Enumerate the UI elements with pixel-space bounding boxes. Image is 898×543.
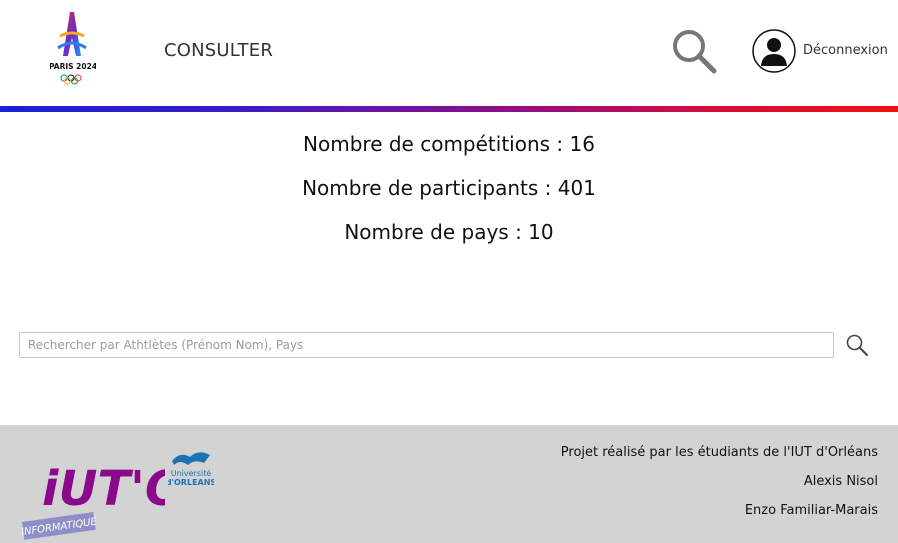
stat-competitions: Nombre de compétitions : 16	[303, 132, 595, 156]
stat-participants: Nombre de participants : 401	[302, 176, 596, 200]
search-input[interactable]	[19, 332, 834, 358]
univ-logo-line1: Université	[171, 468, 212, 478]
paris-logo-text: PARIS 2024	[50, 62, 96, 71]
paris-2024-logo[interactable]: PARIS 2024	[50, 8, 96, 88]
search-submit-icon[interactable]	[845, 333, 869, 357]
site-footer: iUT'O INFORMATIQUE Université d'ORLEANS …	[0, 425, 898, 543]
site-header: PARIS 2024 CONSULTER Déconnexion	[0, 0, 898, 107]
header-divider	[0, 106, 898, 112]
footer-credits: Projet réalisé par les étudiants de l'IU…	[561, 445, 878, 532]
iut-orleans-logo[interactable]: iUT'O INFORMATIQUE	[20, 445, 165, 541]
stats-section: Nombre de compétitions : 16 Nombre de pa…	[0, 130, 898, 262]
credits-project: Projet réalisé par les étudiants de l'IU…	[560, 445, 878, 460]
nav-consulter-link[interactable]: CONSULTER	[164, 40, 273, 61]
credits-author-1: Alexis Nisol	[803, 474, 878, 489]
user-avatar-icon[interactable]	[752, 29, 796, 73]
universite-orleans-logo[interactable]: Université d'ORLEANS	[168, 447, 214, 489]
stat-pays: Nombre de pays : 10	[344, 220, 554, 244]
univ-logo-line2: d'ORLEANS	[168, 478, 214, 487]
search-bar	[19, 332, 879, 358]
credits-author-2: Enzo Familiar-Marais	[744, 503, 878, 518]
iut-logo-text: iUT'O	[42, 461, 165, 517]
header-search-icon[interactable]	[670, 27, 718, 75]
logout-link[interactable]: Déconnexion	[803, 43, 888, 58]
